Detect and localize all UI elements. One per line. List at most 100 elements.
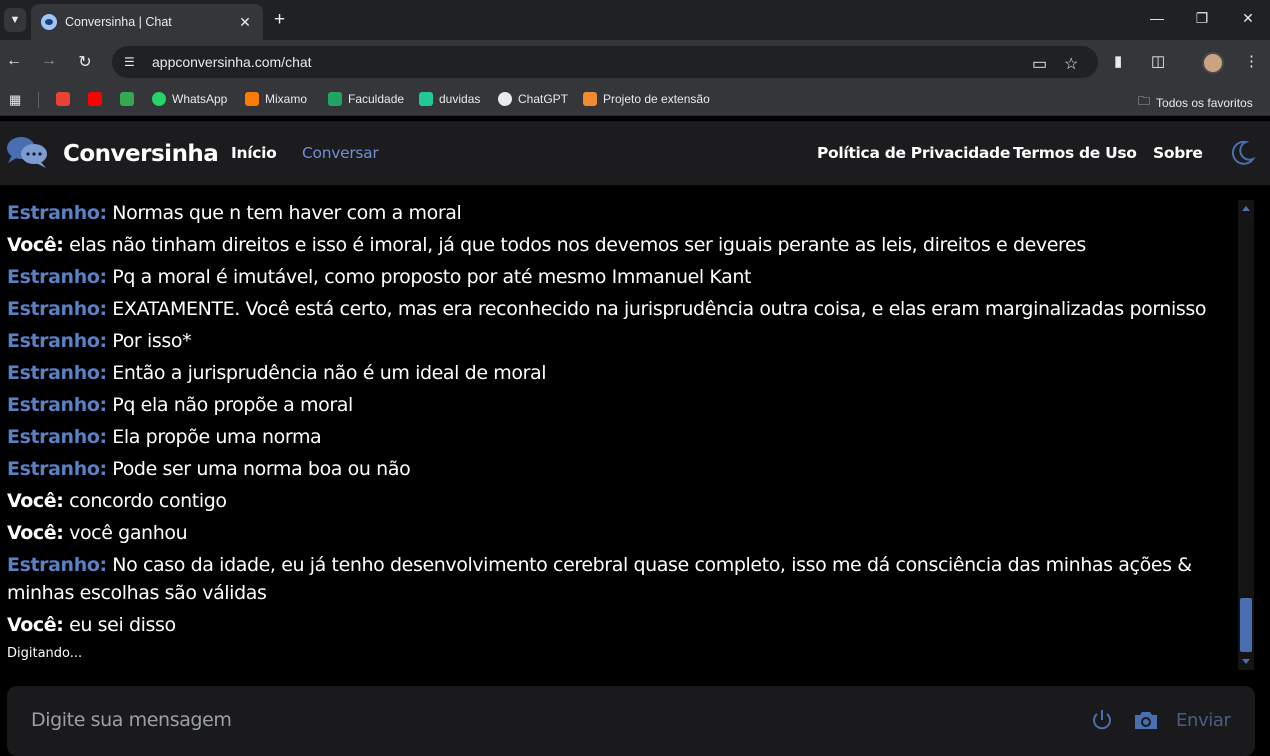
apps-grid-icon[interactable]: ▦ [9, 92, 21, 108]
bookmark-chatgpt[interactable]: ChatGPT [498, 92, 568, 106]
nav-termos[interactable]: Termos de Uso [1013, 144, 1137, 162]
bookmarks-bar: ▦ WhatsApp Mixamo Faculdade duvidas Chat… [0, 84, 1270, 116]
chat-favicon-icon [41, 14, 57, 30]
nav-inicio[interactable]: Início [231, 144, 277, 162]
message-text: elas não tinham direitos e isso é imoral… [63, 234, 1086, 256]
scrollbar-thumb[interactable] [1240, 598, 1252, 652]
bookmarks-divider [38, 92, 39, 108]
bookmark-youtube[interactable] [88, 92, 108, 106]
dark-mode-moon-icon[interactable] [1228, 139, 1256, 167]
message-text: Ela propõe uma norma [106, 426, 322, 448]
sender-you: Você: [7, 522, 64, 544]
duvidas-icon [419, 92, 433, 106]
chat-message: Estranho: Por isso* [7, 327, 1222, 355]
tab-search-icon[interactable]: ▼ [4, 8, 26, 32]
chat-message: Estranho: Então a jurisprudência não é u… [7, 359, 1222, 387]
url-text: appconversinha.com/chat [152, 54, 312, 70]
chat-message: Estranho: No caso da idade, eu já tenho … [7, 551, 1222, 607]
sender-you: Você: [7, 490, 64, 512]
chat-scrollbar[interactable] [1238, 200, 1254, 670]
chat-message: Você: eu sei disso [7, 611, 1222, 639]
bookmark-duvidas[interactable]: duvidas [419, 92, 480, 106]
bookmark-gmail[interactable] [56, 92, 76, 106]
sender-stranger: Estranho: [7, 394, 107, 416]
tab-title: Conversinha | Chat [65, 15, 172, 29]
scroll-down-icon[interactable] [1242, 659, 1250, 664]
faculdade-icon [328, 92, 342, 106]
message-text: eu sei disso [63, 614, 176, 636]
browser-toolbar: ← → ↻ ☰ appconversinha.com/chat ▭ ☆ ▮ ◫ … [0, 40, 1270, 84]
sender-stranger: Estranho: [7, 298, 107, 320]
bookmark-faculdade[interactable]: Faculdade [328, 92, 404, 106]
extensions-puzzle-icon[interactable]: ◫ [1151, 52, 1165, 70]
power-disconnect-icon[interactable] [1089, 707, 1115, 733]
sender-stranger: Estranho: [7, 266, 107, 288]
sender-you: Você: [7, 614, 64, 636]
scroll-up-icon[interactable] [1242, 206, 1250, 211]
sender-stranger: Estranho: [7, 202, 107, 224]
chat-message: Estranho: Pq ela não propõe a moral [7, 391, 1222, 419]
message-text: Pq ela não propõe a moral [106, 394, 353, 416]
bookmark-mixamo[interactable]: Mixamo [245, 92, 307, 106]
back-icon[interactable]: ← [4, 52, 24, 70]
browser-tab-bar: ▼ Conversinha | Chat ✕ + — ❐ ✕ [0, 0, 1270, 40]
extension-icon[interactable]: ▮ [1114, 52, 1122, 70]
bookmark-whatsapp[interactable]: WhatsApp [152, 92, 227, 106]
message-text: concordo contigo [63, 490, 227, 512]
message-text: Normas que n tem haver com a moral [106, 202, 462, 224]
chat-message: Estranho: Pode ser uma norma boa ou não [7, 455, 1222, 483]
sender-stranger: Estranho: [7, 362, 107, 384]
sender-stranger: Estranho: [7, 330, 107, 352]
bookmark-projeto[interactable]: Projeto de extensão [583, 92, 710, 106]
nav-privacidade[interactable]: Política de Privacidade [817, 144, 1010, 162]
message-text: EXATAMENTE. Você está certo, mas era rec… [106, 298, 1207, 320]
minimize-icon[interactable]: — [1147, 10, 1167, 26]
app-header: Conversinha Início Conversar Política de… [0, 121, 1270, 185]
new-tab-icon[interactable]: + [274, 10, 285, 30]
sender-you: Você: [7, 234, 64, 256]
whatsapp-icon [152, 92, 166, 106]
message-input-bar: Enviar [7, 686, 1255, 756]
send-button[interactable]: Enviar [1176, 710, 1231, 731]
message-text: Por isso* [106, 330, 192, 352]
close-tab-icon[interactable]: ✕ [237, 14, 253, 31]
brand-name[interactable]: Conversinha [63, 141, 219, 167]
chat-log[interactable]: Estranho: Normas que n tem haver com a m… [0, 185, 1238, 670]
bookmark-star-icon[interactable]: ☆ [1064, 54, 1078, 74]
chat-bubbles-logo-icon[interactable] [6, 135, 48, 169]
maps-icon [120, 92, 134, 106]
folder-icon: 🗀 [1138, 94, 1151, 108]
nav-sobre[interactable]: Sobre [1153, 144, 1203, 162]
profile-avatar[interactable] [1202, 52, 1224, 74]
site-info-icon[interactable]: ☰ [124, 55, 142, 69]
chat-message: Estranho: Pq a moral é imutável, como pr… [7, 263, 1222, 291]
chat-message: Estranho: EXATAMENTE. Você está certo, m… [7, 295, 1222, 323]
youtube-icon [88, 92, 102, 106]
gmail-icon [56, 92, 70, 106]
camera-icon[interactable] [1132, 708, 1160, 732]
message-text: Então a jurisprudência não é um ideal de… [106, 362, 547, 384]
restore-icon[interactable]: ❐ [1192, 10, 1212, 27]
mixamo-icon [245, 92, 259, 106]
all-bookmarks[interactable]: 🗀 Todos os favoritos [1138, 92, 1253, 113]
close-window-icon[interactable]: ✕ [1238, 10, 1258, 27]
forward-icon[interactable]: → [39, 52, 59, 70]
chatgpt-icon [498, 92, 512, 106]
message-text: Pq a moral é imutável, como proposto por… [106, 266, 752, 288]
sender-stranger: Estranho: [7, 426, 107, 448]
chat-message: Estranho: Normas que n tem haver com a m… [7, 199, 1222, 227]
install-app-icon[interactable]: ▭ [1032, 54, 1047, 74]
chat-message: Você: elas não tinham direitos e isso é … [7, 231, 1222, 259]
chat-message: Estranho: Ela propõe uma norma [7, 423, 1222, 451]
sender-stranger: Estranho: [7, 458, 107, 480]
browser-tab[interactable]: Conversinha | Chat ✕ [31, 4, 263, 40]
browser-menu-icon[interactable]: ⋮ [1244, 52, 1259, 70]
chat-message: Você: concordo contigo [7, 487, 1222, 515]
bookmark-maps[interactable] [120, 92, 140, 106]
message-input[interactable] [31, 704, 1061, 736]
message-text: você ganhou [63, 522, 188, 544]
typing-indicator: Digitando... [7, 646, 83, 661]
reload-icon[interactable]: ↻ [75, 52, 95, 72]
address-bar[interactable]: ☰ appconversinha.com/chat ▭ ☆ [112, 46, 1098, 78]
nav-conversar[interactable]: Conversar [302, 144, 379, 162]
